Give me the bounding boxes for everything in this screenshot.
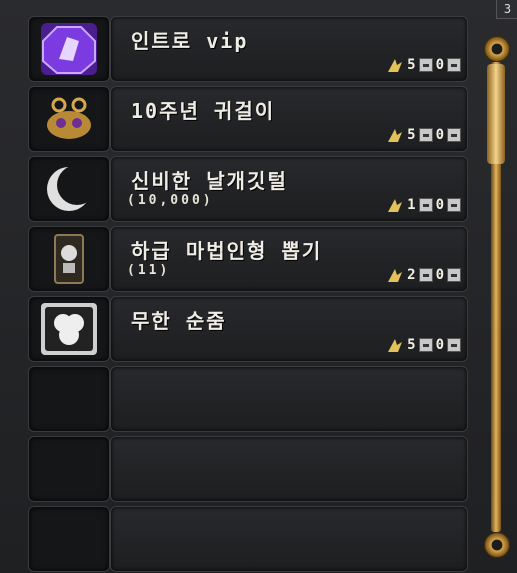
increase-button[interactable] (447, 198, 461, 212)
item-slot[interactable] (28, 296, 110, 362)
decrease-button[interactable] (418, 268, 433, 282)
item-meta: 1 0 (386, 197, 461, 213)
item-meta: 5 0 (386, 337, 461, 353)
item-name: 하급 마법인형 뽑기 (131, 239, 323, 263)
item-slot[interactable] (28, 366, 110, 432)
item-value: 0 (435, 337, 444, 353)
item-slot[interactable] (28, 506, 110, 572)
fairy-icon (388, 129, 403, 142)
item-count: 5 (407, 127, 416, 143)
item-slot[interactable] (28, 156, 110, 222)
scroll-down-button[interactable] (484, 532, 510, 558)
item-value: 0 (435, 57, 444, 73)
increase-button[interactable] (447, 128, 461, 142)
fairy-icon (388, 269, 403, 282)
white-scroll-icon (41, 303, 97, 355)
feather-icon (47, 165, 97, 211)
list-item[interactable]: 10주년 귀걸이 5 0 (20, 82, 470, 152)
list-item[interactable]: 신비한 날개깃털 (10,000) 1 0 (20, 152, 470, 222)
decrease-button[interactable] (418, 338, 433, 352)
item-info[interactable] (110, 366, 468, 432)
item-count: 2 (407, 267, 416, 283)
item-info[interactable]: 신비한 날개깃털 (10,000) 1 0 (110, 156, 468, 222)
item-info[interactable]: 무한 순줌 5 0 (110, 296, 468, 362)
item-info[interactable]: 10주년 귀걸이 5 0 (110, 86, 468, 152)
list-item[interactable]: 무한 순줌 5 0 (20, 292, 470, 362)
corner-tab[interactable]: 3 (496, 0, 517, 19)
item-name: 무한 순줌 (131, 309, 227, 333)
item-list: 인트로 vip 5 0 10주년 귀걸이 5 0 신비한 날개깃털 (10,00… (20, 12, 470, 572)
fairy-icon (388, 199, 403, 212)
item-name: 신비한 날개깃털 (131, 169, 288, 193)
item-name: 10주년 귀걸이 (131, 99, 276, 123)
list-item-empty[interactable] (20, 502, 470, 572)
scrollbar[interactable] (480, 32, 512, 562)
increase-button[interactable] (447, 268, 461, 282)
item-slot[interactable] (28, 86, 110, 152)
item-count: 5 (407, 57, 416, 73)
item-count: 5 (407, 337, 416, 353)
decrease-button[interactable] (418, 128, 433, 142)
item-meta: 2 0 (386, 267, 461, 283)
list-item-empty[interactable] (20, 362, 470, 432)
scroll-thumb[interactable] (487, 64, 505, 164)
item-info[interactable]: 하급 마법인형 뽑기 (11) 2 0 (110, 226, 468, 292)
item-info[interactable] (110, 436, 468, 502)
scroll-up-button[interactable] (484, 36, 510, 62)
item-meta: 5 0 (386, 57, 461, 73)
item-info[interactable]: 인트로 vip 5 0 (110, 16, 468, 82)
item-meta: 5 0 (386, 127, 461, 143)
item-count: 1 (407, 197, 416, 213)
item-slot[interactable] (28, 226, 110, 292)
item-slot[interactable] (28, 436, 110, 502)
item-slot[interactable] (28, 16, 110, 82)
item-quantity: (10,000) (127, 193, 214, 208)
fairy-icon (388, 59, 403, 72)
purple-emblem-icon (41, 23, 97, 75)
list-item[interactable]: 하급 마법인형 뽑기 (11) 2 0 (20, 222, 470, 292)
doll-box-icon (54, 234, 84, 284)
item-value: 0 (435, 197, 444, 213)
item-value: 0 (435, 127, 444, 143)
increase-button[interactable] (447, 338, 461, 352)
fairy-icon (388, 339, 403, 352)
item-value: 0 (435, 267, 444, 283)
item-name: 인트로 vip (131, 29, 249, 53)
list-item-empty[interactable] (20, 432, 470, 502)
decrease-button[interactable] (418, 198, 433, 212)
increase-button[interactable] (447, 58, 461, 72)
gold-earring-icon (47, 97, 91, 139)
decrease-button[interactable] (418, 58, 433, 72)
list-item[interactable]: 인트로 vip 5 0 (20, 12, 470, 82)
item-info[interactable] (110, 506, 468, 572)
item-quantity: (11) (127, 263, 171, 278)
